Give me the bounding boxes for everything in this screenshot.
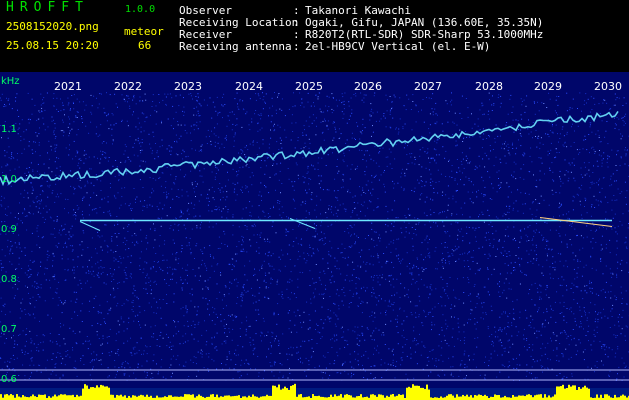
x-tick-label: 2028: [475, 80, 503, 93]
y-tick-label: 0.6: [1, 374, 17, 385]
observation-datetime: 25.08.15 20:20: [6, 39, 99, 52]
file-name: 2508152020.png: [6, 20, 99, 33]
y-tick-label: 0.7: [1, 324, 17, 335]
mode-label: meteor: [124, 25, 164, 38]
x-tick-label: 2026: [354, 80, 382, 93]
y-tick-label: 0.8: [1, 274, 17, 285]
meteor-count: 66: [138, 39, 152, 52]
y-axis-unit: kHz: [1, 76, 20, 87]
x-tick-label: 2025: [295, 80, 323, 93]
antenna-separator: :: [293, 40, 300, 53]
x-tick-label: 2022: [114, 80, 142, 93]
x-tick-label: 2027: [414, 80, 442, 93]
antenna-value: 2el-HB9CV Vertical (el. E-W): [305, 40, 491, 53]
spectrogram-plot: 2021 2022 2023 2024 2025 2026 2027 2028 2029 2030…: [0, 72, 629, 400]
x-tick-label: 2023: [174, 80, 202, 93]
x-tick-label: 2029: [534, 80, 562, 93]
spectrogram-panel: 2021 2022 2023 2024 2025 2026 2027 2028 2029 2030…: [0, 72, 629, 400]
antenna-label: Receiving antenna: [179, 40, 292, 53]
y-tick-label: 1.0: [1, 174, 17, 185]
x-tick-label: 2021: [54, 80, 82, 93]
header-panel: HROFFT 1.0.0 2508152020.png meteor 25.08…: [0, 0, 629, 72]
x-tick-label: 2024: [235, 80, 263, 93]
app-version: 1.0.0: [125, 4, 156, 15]
y-tick-label: 1.1: [1, 124, 17, 135]
y-tick-label: 0.9: [1, 224, 17, 235]
app-name: HROFFT: [6, 0, 89, 15]
x-tick-label: 2030: [594, 80, 622, 93]
